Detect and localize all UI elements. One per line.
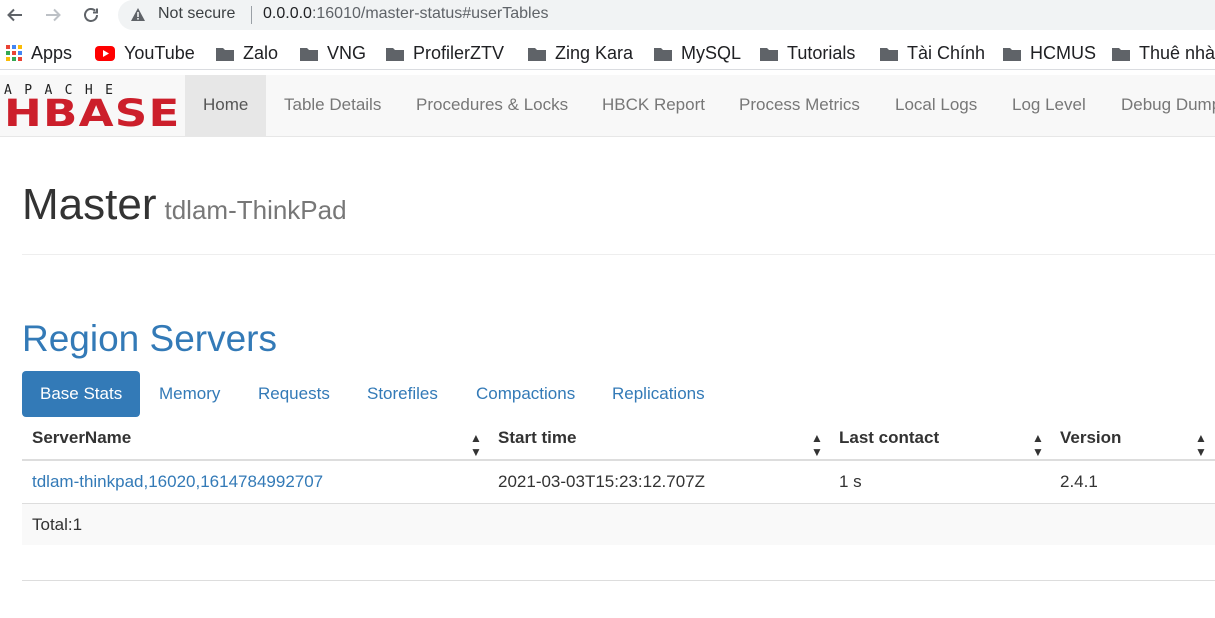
bookmark-apps[interactable]: Apps <box>6 41 72 65</box>
bookmark-tutorials[interactable]: Tutorials <box>760 41 855 65</box>
tab-base-stats[interactable]: Base Stats <box>22 371 141 417</box>
nav-process-metrics[interactable]: Process Metrics <box>721 75 878 136</box>
total-count: Total:1 <box>32 515 83 534</box>
bookmark-zalo[interactable]: Zalo <box>216 41 278 65</box>
page-subtitle: tdlam-ThinkPad <box>164 195 347 225</box>
bookmark-label: MySQL <box>681 42 742 63</box>
url-separator <box>251 6 252 24</box>
folder-icon <box>880 46 898 61</box>
last-contact-cell: 1 s <box>839 472 862 491</box>
forward-icon[interactable] <box>41 3 65 27</box>
bookmarks-bar: Apps YouTube Zalo VNG ProfilerZTV Zing K… <box>0 36 1215 70</box>
bookmark-profilerztv[interactable]: ProfilerZTV <box>386 41 504 65</box>
security-indicator[interactable]: Not secure <box>130 5 235 23</box>
folder-icon <box>654 46 672 61</box>
page-title: Master <box>22 180 157 229</box>
bookmark-thue-nha[interactable]: Thuê nhà <box>1112 41 1215 65</box>
nav-log-level[interactable]: Log Level <box>994 75 1104 136</box>
bookmark-label: Tutorials <box>787 42 856 63</box>
folder-icon <box>528 46 546 61</box>
column-header-servername[interactable]: ServerName <box>32 417 131 459</box>
tab-storefiles[interactable]: Storefiles <box>349 371 456 417</box>
column-header-start-time[interactable]: Start time <box>498 417 576 459</box>
bookmark-label: Apps <box>31 42 73 63</box>
page-header: Master tdlam-ThinkPad <box>22 180 347 230</box>
version-cell: 2.4.1 <box>1060 472 1098 491</box>
tab-requests[interactable]: Requests <box>240 371 348 417</box>
youtube-icon <box>95 45 115 61</box>
sort-icon[interactable]: ▲ ▼ <box>1032 431 1044 459</box>
url-path: :16010/master-status#userTables <box>311 5 549 22</box>
divider <box>22 580 1215 581</box>
folder-icon <box>216 46 234 61</box>
section-title-region-servers: Region Servers <box>22 318 278 359</box>
nav-local-logs[interactable]: Local Logs <box>877 75 995 136</box>
bookmark-label: YouTube <box>124 42 195 63</box>
bookmark-label: Thuê nhà <box>1139 42 1215 63</box>
bookmark-label: VNG <box>327 42 367 63</box>
nav-hbck-report[interactable]: HBCK Report <box>584 75 723 136</box>
folder-icon <box>1112 46 1130 61</box>
bookmark-zing-kara[interactable]: Zing Kara <box>528 41 633 65</box>
server-name-link[interactable]: tdlam-thinkpad,16020,1614784992707 <box>32 461 323 503</box>
bookmark-label: ProfilerZTV <box>413 42 505 63</box>
hbase-navbar: APACHE HBASE Home Table Details Procedur… <box>0 75 1215 137</box>
security-label: Not secure <box>158 5 236 22</box>
logo-hbase-text: HBASE <box>4 92 181 135</box>
nav-home[interactable]: Home <box>185 75 267 136</box>
bookmark-youtube[interactable]: YouTube <box>95 41 195 65</box>
nav-debug-dump[interactable]: Debug Dump <box>1103 75 1215 136</box>
nav-table-details[interactable]: Table Details <box>266 75 399 136</box>
bookmark-hcmus[interactable]: HCMUS <box>1003 41 1096 65</box>
bookmark-label: Zalo <box>243 42 279 63</box>
bookmark-label: Zing Kara <box>555 42 634 63</box>
sort-icon[interactable]: ▲ ▼ <box>1195 431 1207 459</box>
column-header-version[interactable]: Version <box>1060 417 1121 459</box>
divider <box>22 254 1215 255</box>
folder-icon <box>760 46 778 61</box>
back-icon[interactable] <box>3 3 27 27</box>
sort-icon[interactable]: ▲ ▼ <box>470 431 482 459</box>
url-host: 0.0.0.0 <box>263 5 312 22</box>
url-text[interactable]: 0.0.0.0:16010/master-status#userTables <box>263 5 549 23</box>
folder-icon <box>1003 46 1021 61</box>
tab-memory[interactable]: Memory <box>141 371 238 417</box>
tab-compactions[interactable]: Compactions <box>458 371 593 417</box>
column-header-last-contact[interactable]: Last contact <box>839 417 939 459</box>
bookmark-label: HCMUS <box>1030 42 1096 63</box>
folder-icon <box>300 46 318 61</box>
browser-toolbar: Not secure 0.0.0.0:16010/master-status#u… <box>0 0 1215 32</box>
reload-icon[interactable] <box>79 3 103 27</box>
sort-icon[interactable]: ▲ ▼ <box>811 431 823 459</box>
bookmark-tai-chinh[interactable]: Tài Chính <box>880 41 985 65</box>
bookmark-vng[interactable]: VNG <box>300 41 366 65</box>
bookmark-label: Tài Chính <box>907 42 986 63</box>
apps-grid-icon <box>6 45 22 61</box>
start-time-cell: 2021-03-03T15:23:12.707Z <box>498 472 705 491</box>
warning-icon <box>130 7 148 22</box>
bookmark-mysql[interactable]: MySQL <box>654 41 741 65</box>
tab-replications[interactable]: Replications <box>594 371 723 417</box>
nav-procedures-locks[interactable]: Procedures & Locks <box>398 75 586 136</box>
hbase-logo[interactable]: APACHE HBASE <box>4 84 179 134</box>
table-footer-row: Total:1 <box>22 504 1215 545</box>
folder-icon <box>386 46 404 61</box>
